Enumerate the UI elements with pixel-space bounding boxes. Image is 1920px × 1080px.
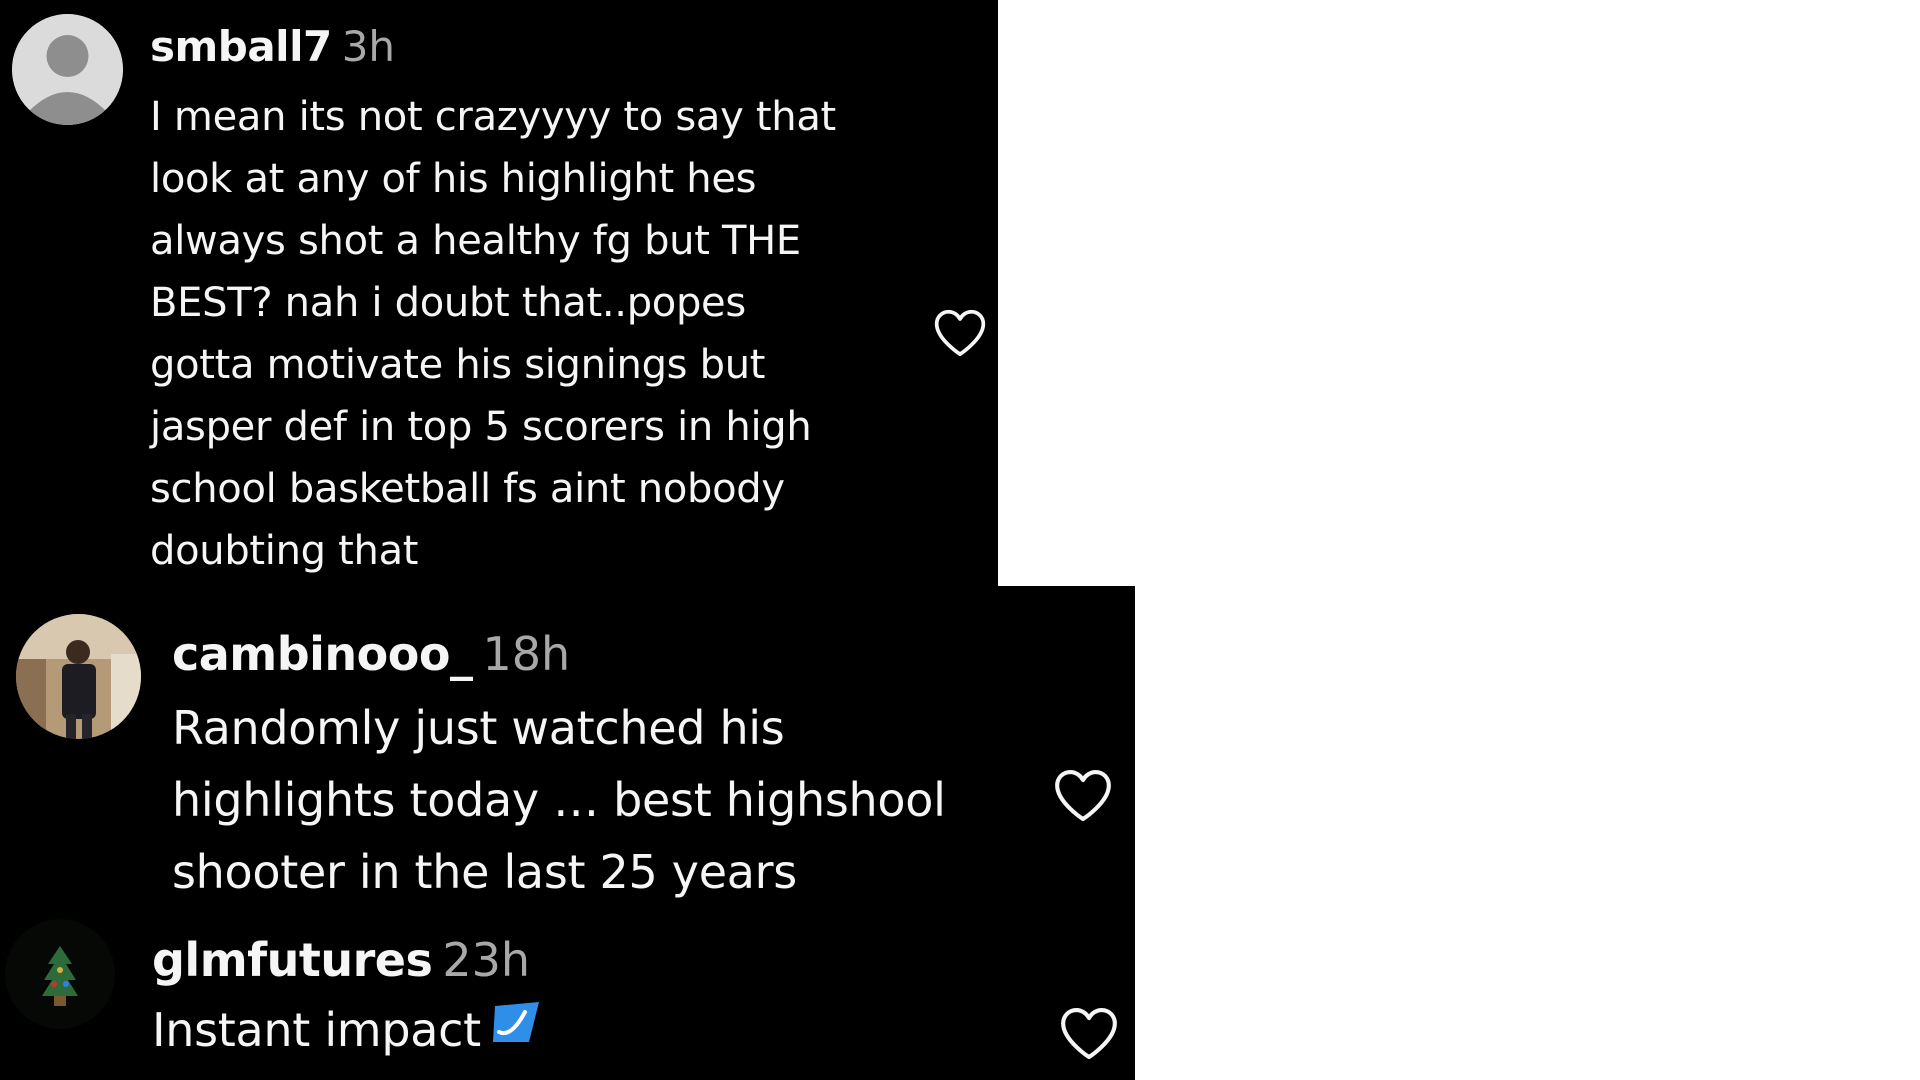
comment-text-row: Instant impact (152, 998, 543, 1062)
comment-text: Instant impact (152, 1003, 481, 1057)
username-link[interactable]: cambinooo_ (172, 627, 473, 681)
heart-outline-icon[interactable] (932, 306, 988, 358)
comment-text: I mean its not crazyyyy to say that look… (150, 94, 836, 574)
logo-avatar[interactable] (4, 918, 116, 1030)
default-avatar-icon[interactable] (12, 14, 123, 125)
timestamp: 23h (442, 933, 531, 987)
timestamp: 3h (341, 22, 396, 71)
username-link[interactable]: glmfutures (152, 933, 433, 987)
timestamp: 18h (482, 627, 571, 681)
comment-header: smball7 3h (150, 22, 395, 72)
photo-avatar[interactable] (16, 614, 141, 739)
comment-text: Randomly just watched his highlights tod… (172, 701, 946, 899)
comment-panel-2: cambinooo_ 18h Randomly just watched his … (0, 586, 1135, 1080)
blue-heart-emoji (489, 998, 543, 1062)
heart-outline-icon[interactable] (1052, 766, 1114, 823)
comment-header: glmfutures 23h (152, 932, 530, 988)
username-link[interactable]: smball7 (150, 22, 332, 71)
heart-outline-icon[interactable] (1058, 1004, 1120, 1061)
comment-header: cambinooo_ 18h (172, 626, 570, 682)
comment-panel-1: smball7 3h I mean its not crazyyyy to say… (0, 0, 998, 586)
